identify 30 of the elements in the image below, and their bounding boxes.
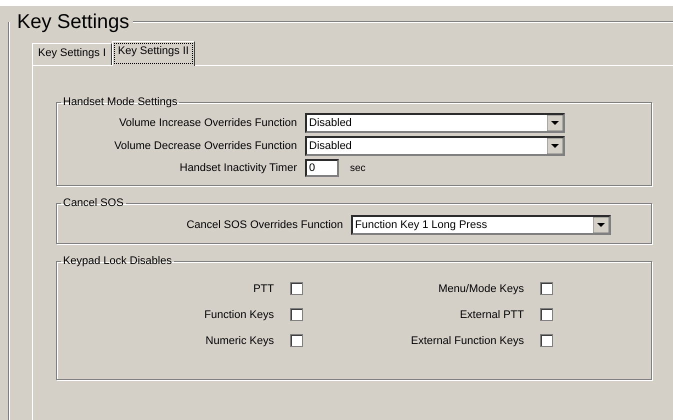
unit-label: sec bbox=[350, 162, 366, 174]
dropdown[interactable]: Disabled bbox=[305, 113, 565, 133]
number-field[interactable]: 0 bbox=[305, 159, 339, 177]
section-title: Key Settings bbox=[16, 10, 130, 34]
checkbox[interactable] bbox=[290, 308, 303, 321]
checkbox-label: Function Keys bbox=[204, 308, 274, 320]
field-label: Volume Decrease Overrides Function bbox=[113, 140, 297, 152]
field-label: Cancel SOS Overrides Function bbox=[185, 219, 343, 231]
group-title: Handset Mode Settings bbox=[62, 96, 178, 108]
dropdown[interactable]: Function Key 1 Long Press bbox=[351, 215, 611, 235]
checkbox[interactable] bbox=[290, 282, 303, 295]
field-label: Handset Inactivity Timer bbox=[178, 162, 297, 174]
tab[interactable]: Key Settings II bbox=[112, 41, 195, 66]
group-title: Keypad Lock Disables bbox=[62, 255, 173, 267]
checkbox[interactable] bbox=[290, 334, 303, 347]
checkbox-label: External PTT bbox=[460, 308, 524, 320]
checkbox-label: PTT bbox=[253, 282, 274, 294]
group-title: Cancel SOS bbox=[62, 197, 125, 209]
tab[interactable]: Key Settings I bbox=[32, 43, 112, 65]
field-label: Volume Increase Overrides Function bbox=[118, 117, 297, 129]
checkbox-label: Menu/Mode Keys bbox=[438, 282, 524, 294]
checkbox[interactable] bbox=[540, 282, 553, 295]
checkbox-label: External Function Keys bbox=[410, 334, 524, 346]
checkbox[interactable] bbox=[540, 308, 553, 321]
dropdown[interactable]: Disabled bbox=[305, 136, 565, 156]
checkbox[interactable] bbox=[540, 334, 553, 347]
dropdown-arrow-icon bbox=[547, 138, 563, 154]
dropdown-arrow-icon bbox=[593, 217, 609, 233]
checkbox-label: Numeric Keys bbox=[206, 334, 274, 346]
dropdown-arrow-icon bbox=[547, 115, 563, 131]
